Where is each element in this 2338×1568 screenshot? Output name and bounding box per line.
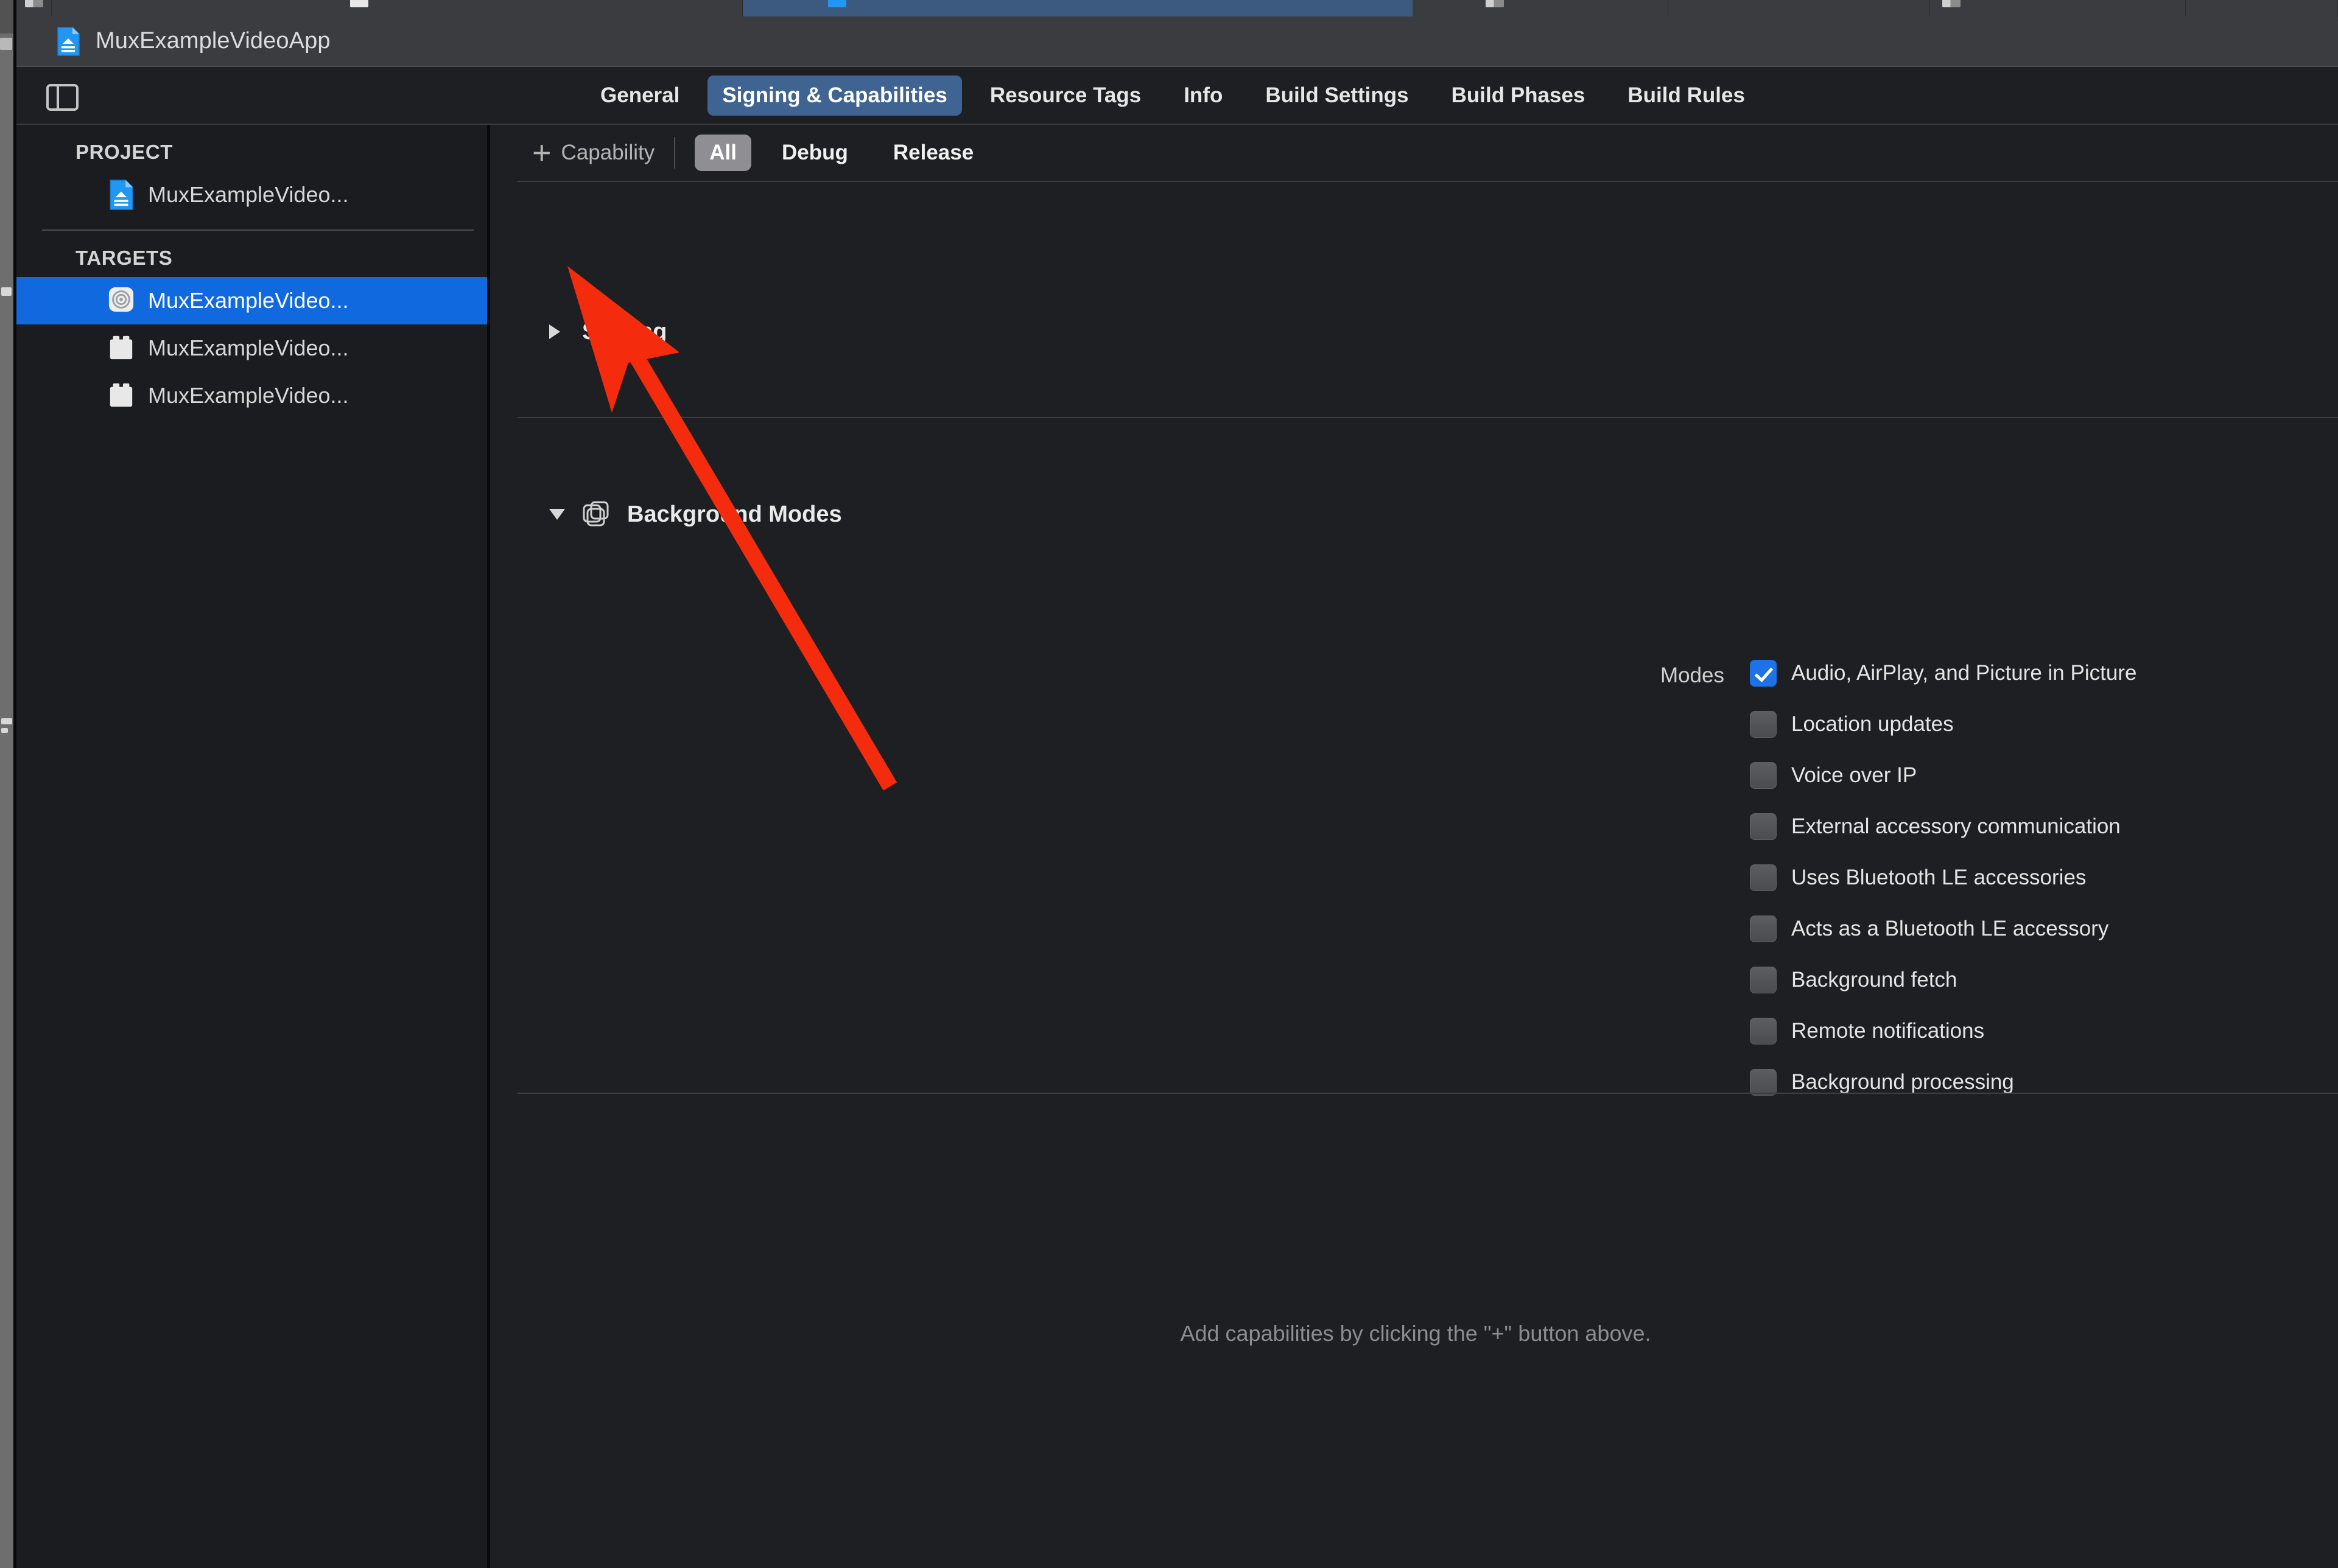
file-icon bbox=[1942, 0, 1961, 7]
editor-tab-item[interactable] bbox=[1668, 0, 1930, 16]
mode-label: Background processing bbox=[1791, 1070, 2014, 1094]
mode-row-uses-bluetooth-le[interactable]: Uses Bluetooth LE accessories bbox=[1750, 865, 2136, 891]
section-divider bbox=[518, 181, 2338, 182]
capability-toolbar: + Capability All Debug Release bbox=[493, 125, 2338, 181]
sidebar-item-target-uitests[interactable]: MuxExampleVideo... bbox=[16, 372, 487, 419]
mode-row-audio-airplay-pip[interactable]: Audio, AirPlay, and Picture in Picture bbox=[1750, 660, 2136, 686]
xcode-project-icon bbox=[108, 180, 135, 210]
mode-label: Background fetch bbox=[1791, 968, 1957, 992]
filter-release[interactable]: Release bbox=[879, 135, 988, 171]
editor-tab-list: General Signing & Capabilities Resource … bbox=[586, 67, 1773, 124]
split-editor-icon bbox=[25, 0, 43, 7]
sidebar-item-target-app[interactable]: MuxExampleVideo... bbox=[16, 277, 487, 324]
adjacent-window-fragment bbox=[1, 287, 12, 296]
mode-row-voice-over-ip[interactable]: Voice over IP bbox=[1750, 763, 2136, 788]
adjacent-window-fragment bbox=[1, 718, 12, 724]
document-jump-bar[interactable]: MuxExampleVideoApp bbox=[16, 16, 2338, 67]
document-title: MuxExampleVideoApp bbox=[96, 28, 331, 54]
background-modes-icon bbox=[580, 499, 611, 530]
xcode-project-icon bbox=[828, 0, 846, 7]
filter-debug[interactable]: Debug bbox=[767, 135, 863, 171]
project-editor-tabbar: General Signing & Capabilities Resource … bbox=[16, 67, 2338, 125]
section-divider bbox=[518, 1093, 2338, 1094]
sidebar-toggle-icon[interactable] bbox=[46, 84, 79, 111]
project-targets-sidebar: PROJECT MuxExampleVideo... TARGETS bbox=[16, 125, 490, 1568]
tab-general[interactable]: General bbox=[586, 75, 694, 116]
checkbox-uses-bluetooth-le[interactable] bbox=[1750, 864, 1777, 891]
mode-label: Remote notifications bbox=[1791, 1019, 1984, 1043]
file-icon bbox=[1486, 0, 1504, 7]
editor-tab-item[interactable] bbox=[1930, 0, 2186, 16]
xcode-project-icon bbox=[57, 27, 80, 56]
checkbox-background-fetch[interactable] bbox=[1750, 967, 1777, 993]
adjacent-window-toolbar-shade bbox=[0, 0, 13, 33]
adjacent-window-fragment bbox=[1, 728, 8, 733]
checkbox-location-updates[interactable] bbox=[1750, 711, 1777, 738]
modes-field-label: Modes bbox=[1560, 663, 1724, 688]
mode-label: Location updates bbox=[1791, 712, 1954, 737]
add-capability-label: Capability bbox=[561, 141, 655, 165]
background-modes-checkbox-list: Audio, AirPlay, and Picture in Picture L… bbox=[1750, 660, 2136, 1121]
checkbox-acts-as-bluetooth-le[interactable] bbox=[1750, 915, 1777, 942]
editor-tab-item-selected[interactable] bbox=[743, 0, 1413, 16]
tab-signing-capabilities[interactable]: Signing & Capabilities bbox=[707, 75, 961, 116]
checkbox-voice-over-ip[interactable] bbox=[1750, 762, 1777, 789]
add-capability-button[interactable]: + Capability bbox=[532, 141, 655, 165]
sidebar-item-label: MuxExampleVideo... bbox=[148, 288, 349, 313]
sidebar-heading-project: PROJECT bbox=[16, 125, 487, 171]
signing-capabilities-pane: + Capability All Debug Release Signing bbox=[493, 125, 2338, 1568]
section-title: Signing bbox=[582, 319, 667, 345]
mode-label: Voice over IP bbox=[1791, 763, 1917, 788]
tab-build-phases[interactable]: Build Phases bbox=[1437, 75, 1600, 116]
mode-label: Uses Bluetooth LE accessories bbox=[1791, 866, 2086, 890]
mode-row-acts-as-bluetooth-le[interactable]: Acts as a Bluetooth LE accessory bbox=[1750, 916, 2136, 942]
sidebar-item-label: MuxExampleVideo... bbox=[148, 383, 349, 408]
mode-label: Audio, AirPlay, and Picture in Picture bbox=[1791, 661, 2136, 685]
mode-row-location-updates[interactable]: Location updates bbox=[1750, 712, 2136, 737]
file-icon bbox=[350, 0, 368, 7]
tab-resource-tags[interactable]: Resource Tags bbox=[975, 75, 1156, 116]
editor-tab-item[interactable] bbox=[2186, 0, 2338, 16]
editor-tab-item[interactable] bbox=[1413, 0, 1668, 16]
tab-build-rules[interactable]: Build Rules bbox=[1613, 75, 1760, 116]
checkbox-audio-airplay-pip[interactable] bbox=[1750, 660, 1777, 687]
sidebar-item-label: MuxExampleVideo... bbox=[148, 182, 349, 208]
sidebar-item-project-muxexamplevideo[interactable]: MuxExampleVideo... bbox=[16, 171, 487, 219]
section-header-background-modes[interactable]: Background Modes bbox=[549, 496, 842, 533]
test-bundle-icon bbox=[108, 333, 135, 363]
section-header-signing[interactable]: Signing bbox=[549, 313, 667, 350]
checkbox-background-processing[interactable] bbox=[1750, 1069, 1777, 1096]
mode-label: Acts as a Bluetooth LE accessory bbox=[1791, 917, 2108, 941]
adjacent-window-fragment bbox=[0, 38, 12, 50]
project-editor: General Signing & Capabilities Resource … bbox=[16, 67, 2338, 1568]
disclosure-triangle-collapsed-icon[interactable] bbox=[549, 324, 560, 339]
mode-row-external-accessory[interactable]: External accessory communication bbox=[1750, 814, 2136, 839]
test-bundle-icon bbox=[108, 380, 135, 411]
build-config-filter-group: All Debug Release bbox=[695, 135, 1004, 171]
disclosure-triangle-expanded-icon[interactable] bbox=[549, 509, 565, 520]
sidebar-item-target-tests[interactable]: MuxExampleVideo... bbox=[16, 324, 487, 372]
tab-info[interactable]: Info bbox=[1169, 75, 1237, 116]
mode-row-background-processing[interactable]: Background processing bbox=[1750, 1069, 2136, 1095]
plus-icon: + bbox=[532, 141, 552, 165]
mode-row-remote-notifications[interactable]: Remote notifications bbox=[1750, 1018, 2136, 1044]
app-target-icon bbox=[108, 285, 135, 316]
tab-build-settings[interactable]: Build Settings bbox=[1251, 75, 1423, 116]
toolbar-divider bbox=[674, 137, 675, 169]
checkbox-external-accessory[interactable] bbox=[1750, 813, 1777, 840]
mode-label: External accessory communication bbox=[1791, 814, 2121, 839]
checkbox-remote-notifications[interactable] bbox=[1750, 1018, 1777, 1045]
sidebar-heading-targets: TARGETS bbox=[16, 231, 487, 277]
editor-tab-item[interactable] bbox=[16, 0, 52, 16]
adjacent-window-strip bbox=[0, 0, 13, 1568]
mode-row-background-fetch[interactable]: Background fetch bbox=[1750, 967, 2136, 993]
editor-tab-item[interactable] bbox=[52, 0, 743, 16]
section-divider bbox=[518, 417, 2338, 418]
filter-all[interactable]: All bbox=[695, 135, 751, 171]
empty-state-hint: Add capabilities by clicking the "+" but… bbox=[493, 1321, 2338, 1346]
sidebar-item-label: MuxExampleVideo... bbox=[148, 335, 349, 361]
section-title: Background Modes bbox=[627, 502, 842, 528]
editor-tab-strip bbox=[16, 0, 2338, 18]
